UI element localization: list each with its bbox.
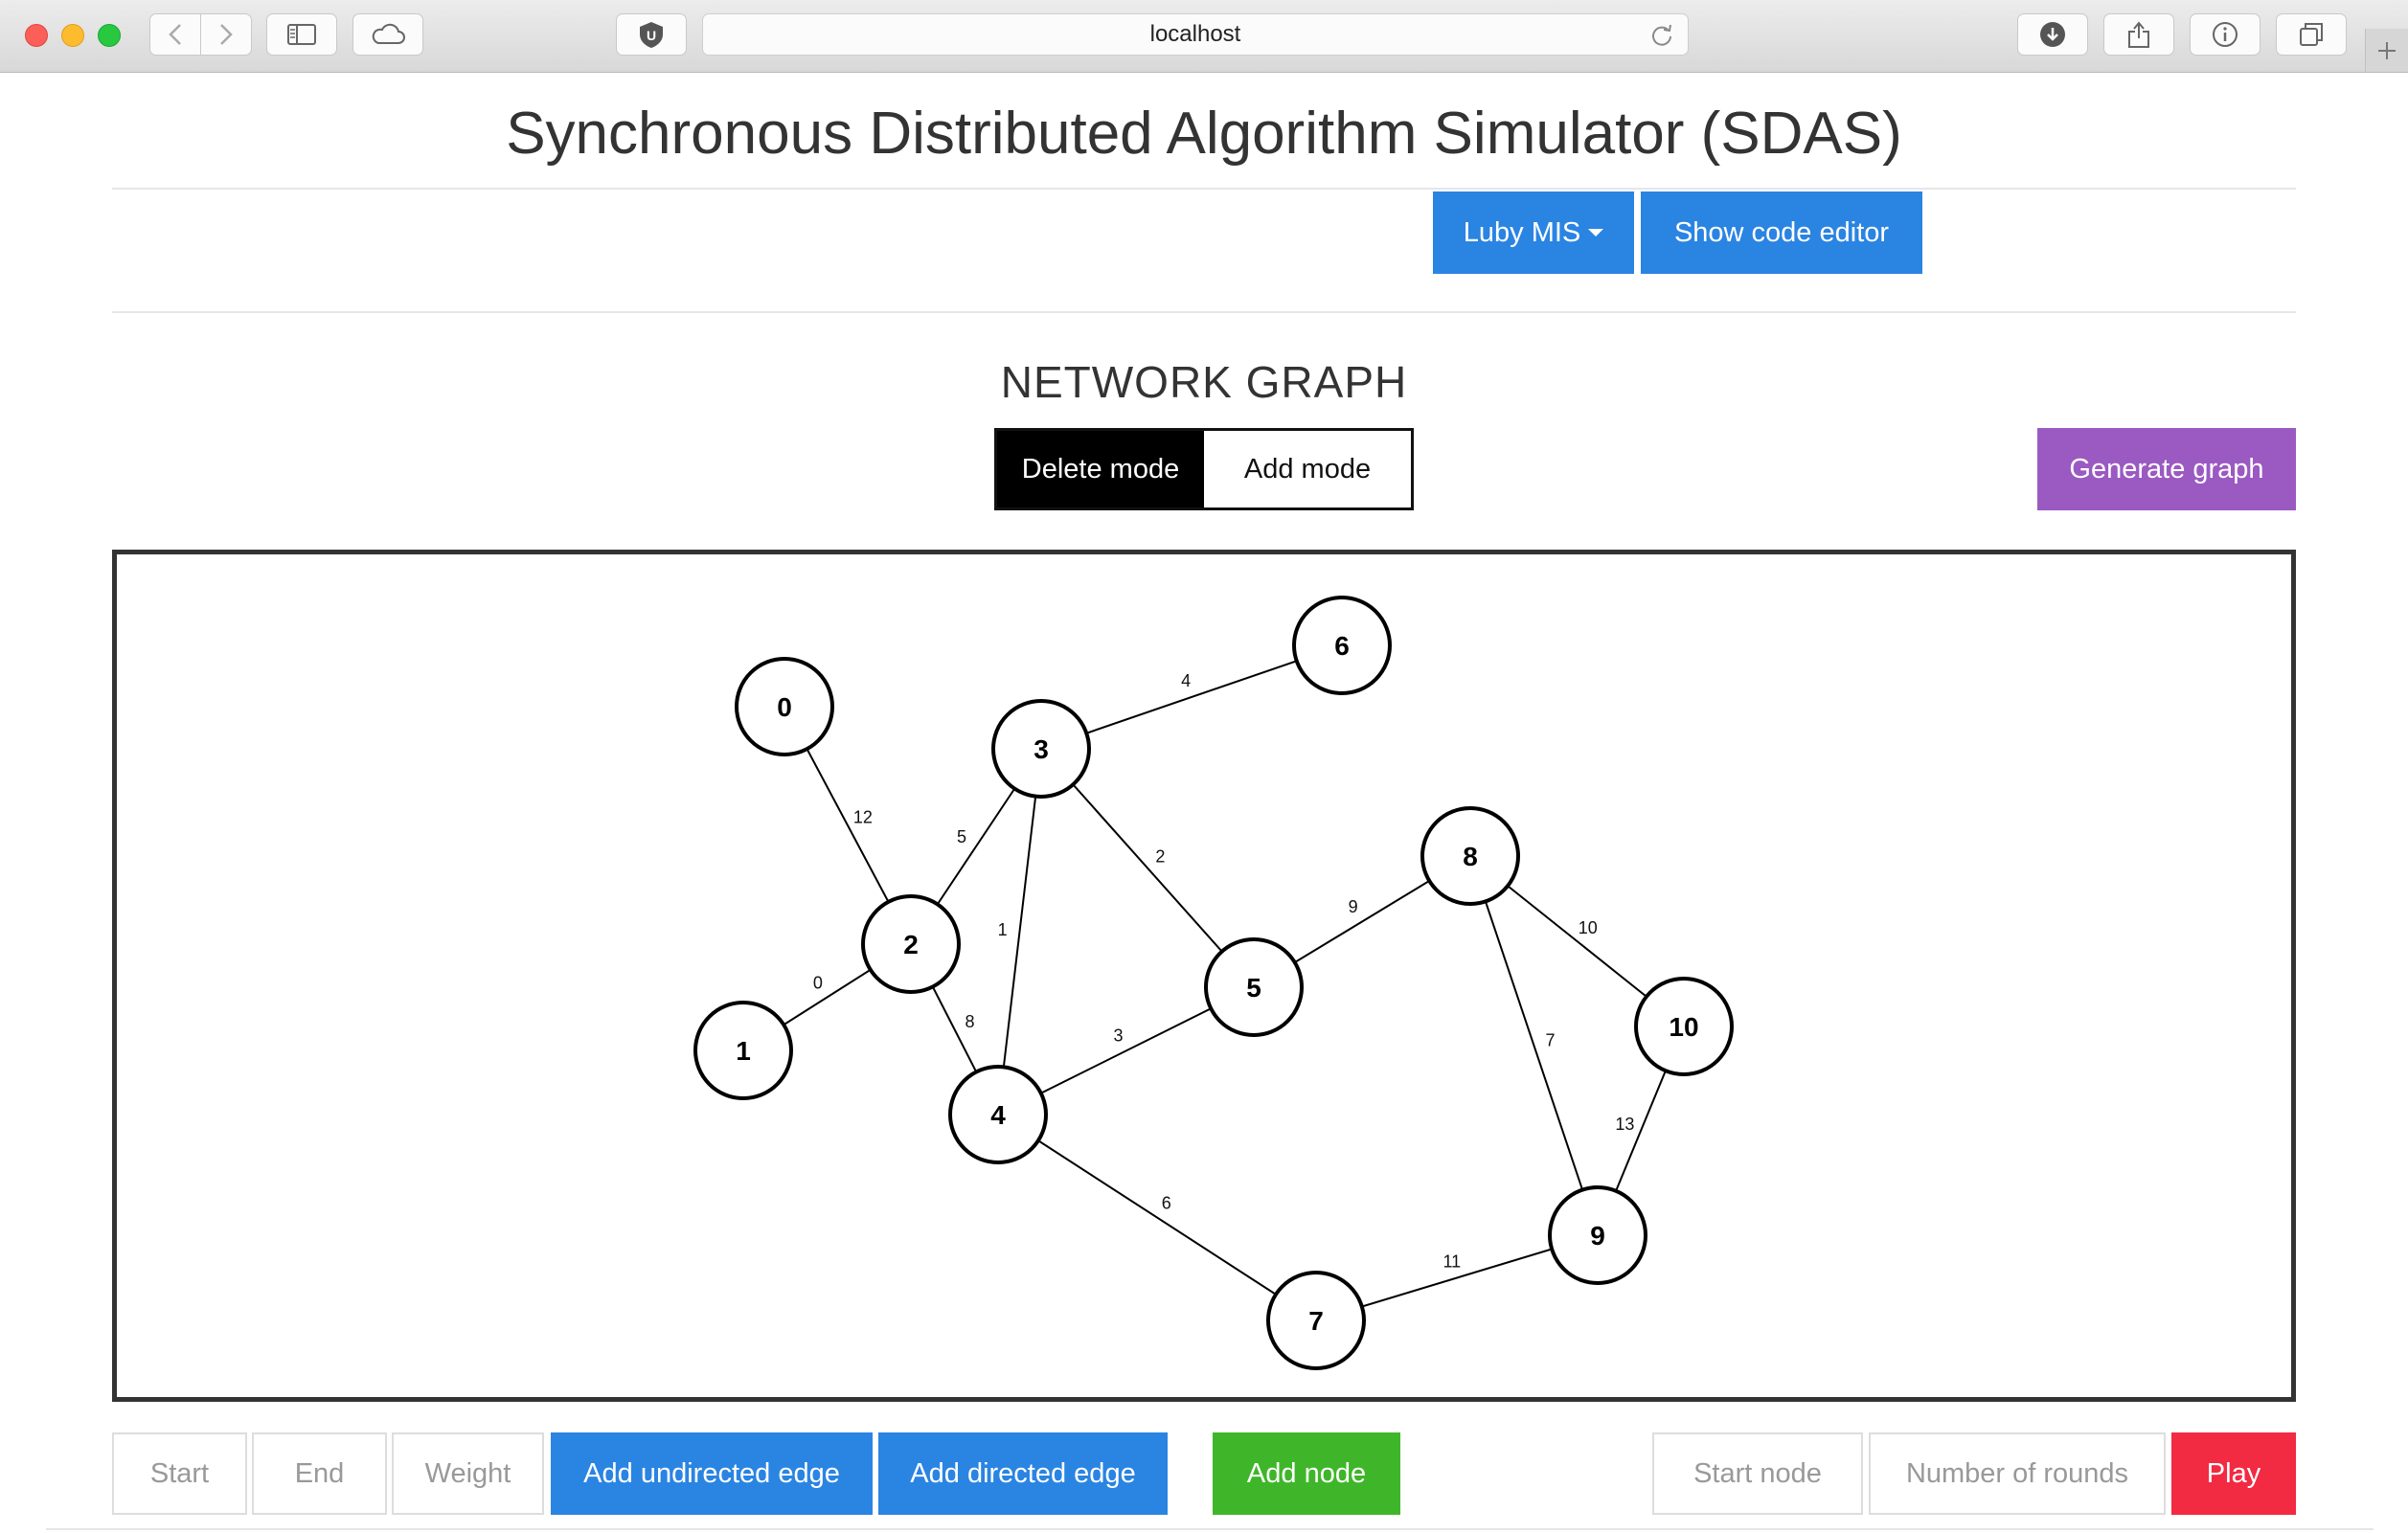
zoom-window-button[interactable] bbox=[98, 24, 121, 47]
add-directed-edge-button[interactable]: Add directed edge bbox=[878, 1432, 1168, 1515]
graph-node-7[interactable]: 7 bbox=[1266, 1271, 1366, 1370]
edge-weight-label: 8 bbox=[965, 1012, 975, 1031]
mode-toggle-group: Delete mode Add mode bbox=[994, 428, 1414, 510]
graph-node-6[interactable]: 6 bbox=[1292, 596, 1392, 695]
edge-weight-label: 9 bbox=[1349, 897, 1358, 916]
reload-icon[interactable] bbox=[1649, 23, 1674, 48]
svg-text:U: U bbox=[647, 28, 656, 43]
graph-node-label: 6 bbox=[1334, 631, 1350, 661]
extension-button[interactable]: U bbox=[616, 13, 687, 56]
downloads-button[interactable] bbox=[2017, 13, 2088, 56]
graph-node-label: 10 bbox=[1669, 1012, 1698, 1042]
footer-divider bbox=[46, 1528, 2374, 1530]
edge-weight-label: 5 bbox=[957, 827, 966, 846]
edge-weight-label: 2 bbox=[1155, 847, 1165, 867]
graph-node-5[interactable]: 5 bbox=[1204, 937, 1304, 1037]
plus-icon bbox=[2378, 41, 2396, 59]
page-title: Synchronous Distributed Algorithm Simula… bbox=[506, 101, 1902, 167]
edge-weight-label: 11 bbox=[1443, 1251, 1461, 1271]
play-button[interactable]: Play bbox=[2171, 1432, 2296, 1515]
graph-node-label: 0 bbox=[777, 692, 792, 722]
graph-node-2[interactable]: 2 bbox=[861, 894, 961, 994]
edge-weight-label: 7 bbox=[1546, 1030, 1556, 1049]
graph-edge-8-9[interactable] bbox=[1469, 855, 1599, 1236]
graph-node-8[interactable]: 8 bbox=[1420, 806, 1520, 906]
graph-node-9[interactable]: 9 bbox=[1548, 1185, 1647, 1285]
graph-edge-4-7[interactable] bbox=[997, 1114, 1317, 1321]
chevron-left-icon bbox=[169, 24, 181, 45]
browser-toolbar: U localhost bbox=[0, 0, 2408, 73]
icloud-tabs-button[interactable] bbox=[352, 13, 423, 56]
edge-weight-input[interactable] bbox=[392, 1432, 544, 1515]
edge-weight-label: 13 bbox=[1615, 1115, 1634, 1134]
graph-node-0[interactable]: 0 bbox=[735, 657, 834, 756]
graph-node-label: 7 bbox=[1308, 1306, 1324, 1336]
graph-node-label: 5 bbox=[1246, 973, 1261, 1003]
start-node-input[interactable] bbox=[1652, 1432, 1863, 1515]
network-graph-canvas[interactable]: 12 0 5 8 1 4 2 3 6 9 10 7 13 11 0 1 2 3 4 5 6 7 8 9 10 bbox=[112, 550, 2296, 1402]
graph-node-label: 8 bbox=[1463, 842, 1478, 871]
new-tab-button[interactable] bbox=[2365, 29, 2408, 72]
tab-overview-button[interactable] bbox=[2276, 13, 2347, 56]
edge-weight-label: 6 bbox=[1162, 1193, 1171, 1212]
share-button[interactable] bbox=[2103, 13, 2174, 56]
graph-node-label: 1 bbox=[736, 1036, 751, 1066]
edge-weight-label: 12 bbox=[853, 808, 873, 827]
graph-node-3[interactable]: 3 bbox=[991, 699, 1091, 799]
info-icon bbox=[2213, 22, 2238, 47]
header-divider bbox=[112, 188, 2296, 190]
tabs-icon bbox=[2300, 23, 2323, 46]
forward-button[interactable] bbox=[200, 13, 252, 56]
minimize-window-button[interactable] bbox=[61, 24, 84, 47]
graph-node-label: 3 bbox=[1034, 734, 1049, 764]
graph-node-label: 4 bbox=[990, 1100, 1006, 1130]
rounds-input[interactable] bbox=[1869, 1432, 2166, 1515]
close-window-button[interactable] bbox=[25, 24, 48, 47]
edge-weight-label: 4 bbox=[1181, 671, 1191, 690]
ublock-icon: U bbox=[640, 22, 663, 48]
download-icon bbox=[2040, 22, 2065, 47]
caret-down-icon bbox=[1588, 229, 1604, 237]
url-text: localhost bbox=[1149, 21, 1241, 47]
sidebar-toggle-button[interactable] bbox=[266, 13, 337, 56]
edge-end-input[interactable] bbox=[252, 1432, 387, 1515]
section-title: NETWORK GRAPH bbox=[1000, 357, 1408, 407]
graph-node-label: 2 bbox=[903, 930, 919, 959]
cloud-icon bbox=[372, 23, 405, 44]
edge-weight-label: 1 bbox=[998, 920, 1008, 939]
sidebar-icon bbox=[287, 24, 316, 45]
chevron-right-icon bbox=[220, 24, 233, 45]
edge-start-input[interactable] bbox=[112, 1432, 247, 1515]
graph-node-4[interactable]: 4 bbox=[948, 1065, 1048, 1164]
add-mode-button[interactable]: Add mode bbox=[1204, 431, 1411, 507]
add-undirected-edge-button[interactable]: Add undirected edge bbox=[551, 1432, 873, 1515]
address-bar[interactable]: localhost bbox=[702, 13, 1689, 56]
graph-svg[interactable]: 120581423691071311 012345678910 bbox=[117, 554, 2291, 1397]
show-code-editor-button[interactable]: Show code editor bbox=[1641, 192, 1922, 274]
page-info-button[interactable] bbox=[2190, 13, 2260, 56]
delete-mode-button[interactable]: Delete mode bbox=[997, 431, 1204, 507]
toolbar-divider bbox=[112, 311, 2296, 313]
algorithm-dropdown[interactable]: Luby MIS bbox=[1433, 192, 1634, 274]
graph-node-1[interactable]: 1 bbox=[693, 1001, 793, 1100]
generate-graph-button[interactable]: Generate graph bbox=[2037, 428, 2296, 510]
graph-node-label: 9 bbox=[1590, 1221, 1605, 1251]
back-button[interactable] bbox=[149, 13, 201, 56]
edge-weight-label: 0 bbox=[813, 973, 823, 992]
algorithm-dropdown-label: Luby MIS bbox=[1463, 216, 1581, 248]
add-node-button[interactable]: Add node bbox=[1213, 1432, 1400, 1515]
edge-weight-label: 10 bbox=[1579, 918, 1598, 937]
share-icon bbox=[2128, 21, 2149, 48]
graph-node-10[interactable]: 10 bbox=[1634, 977, 1734, 1076]
edge-weight-label: 3 bbox=[1113, 1026, 1123, 1045]
